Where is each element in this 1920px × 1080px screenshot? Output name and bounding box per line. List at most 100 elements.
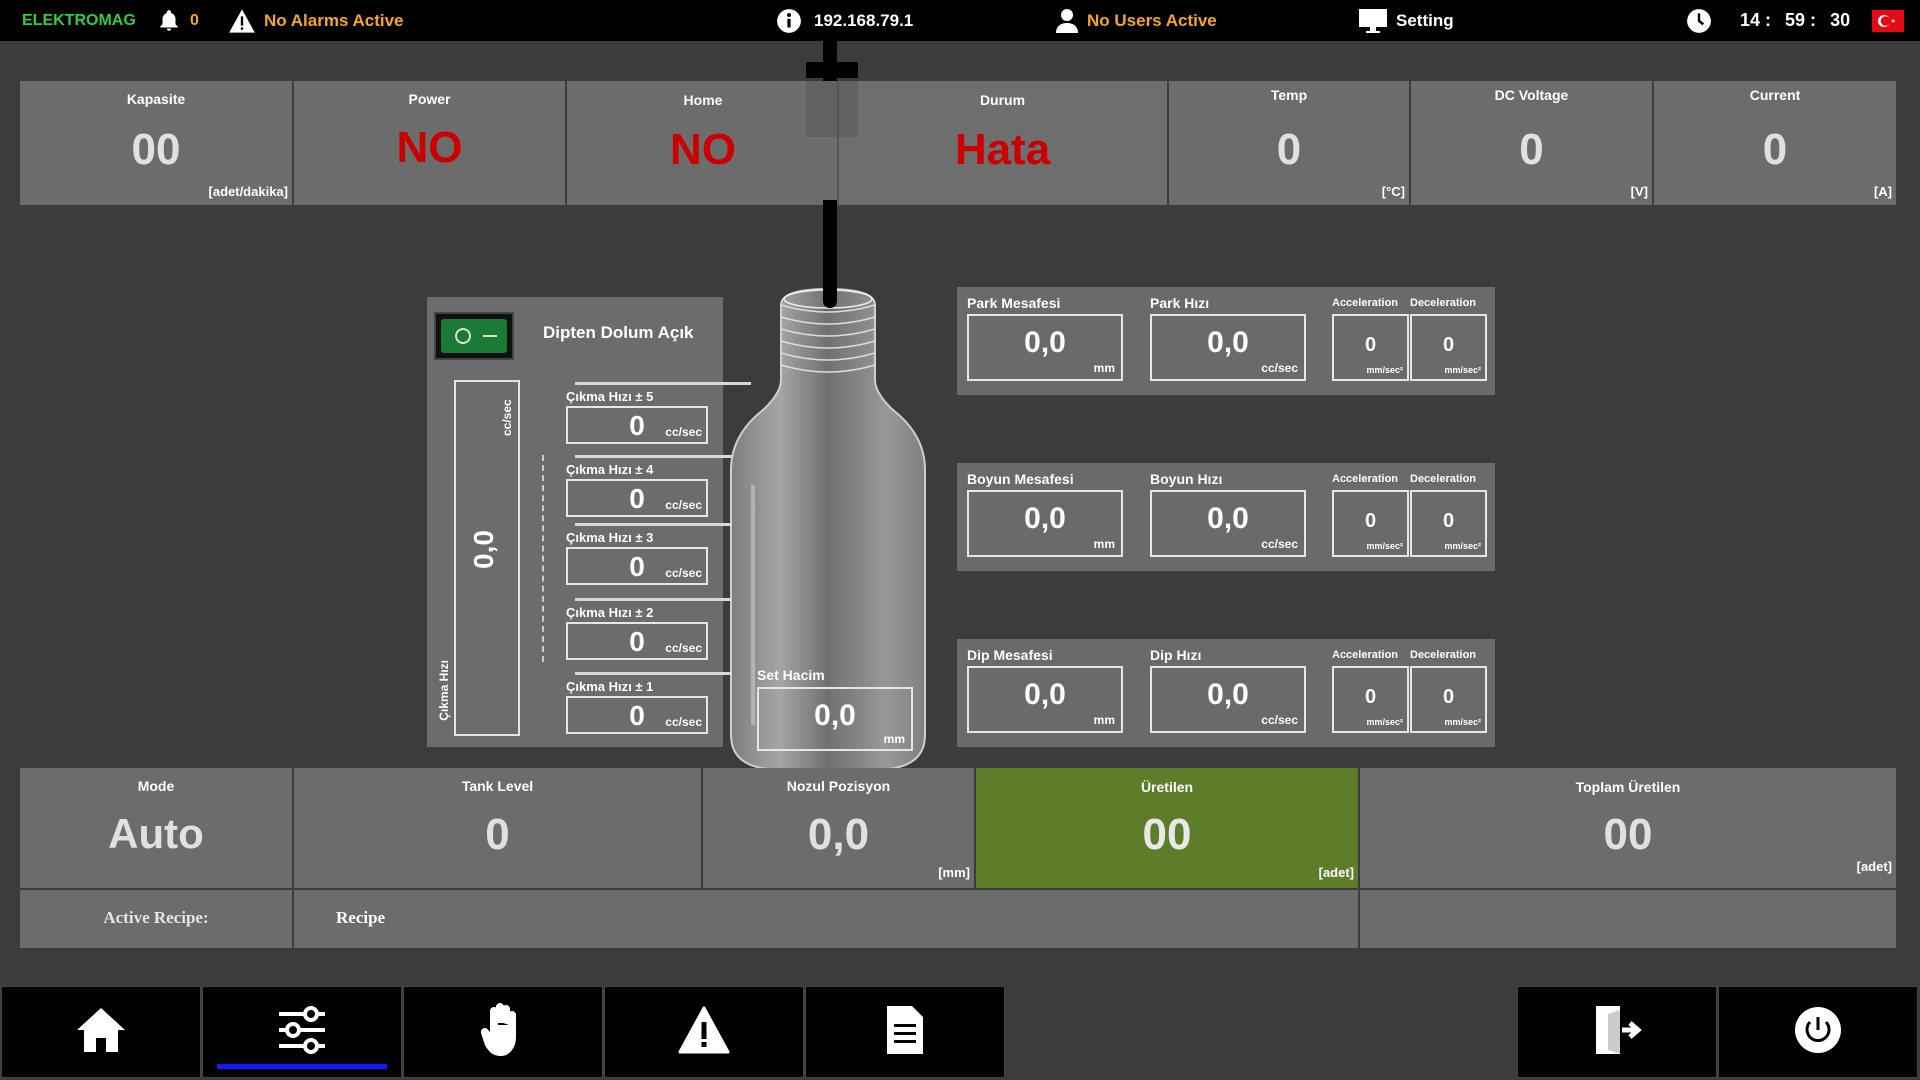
nav-power-button[interactable] <box>1718 986 1918 1078</box>
turkey-flag-icon <box>1872 9 1904 32</box>
nav-logout-button[interactable] <box>1517 986 1717 1078</box>
warning-icon <box>228 8 256 34</box>
neck-acceleration-value: 0 <box>1364 510 1377 532</box>
outflow-input[interactable]: 0 cc/sec <box>566 622 708 660</box>
alarm-status[interactable]: No Alarms Active <box>228 0 404 41</box>
status-unit: [A] <box>1873 184 1892 199</box>
park-card: Park Mesafesi Park Hızı Acceleration Dec… <box>957 287 1495 395</box>
status-label: Durum <box>979 92 1026 108</box>
bottom-acceleration-label: Acceleration <box>1332 649 1399 661</box>
users-text: No Users Active <box>1087 10 1217 30</box>
status-value: Hata <box>954 125 1051 174</box>
outflow-unit: cc/sec <box>665 566 702 580</box>
nav-reports-button[interactable] <box>805 986 1005 1078</box>
level-line-2 <box>575 598 732 601</box>
neck-distance-label: Boyun Mesafesi <box>967 471 1074 487</box>
nozzle-rod-overlay <box>806 81 858 137</box>
outflow-input[interactable]: 0 cc/sec <box>566 406 708 444</box>
user-status[interactable]: No Users Active <box>1055 0 1217 41</box>
neck-speed-value: 0,0 <box>1207 502 1249 535</box>
toggle-knob <box>441 319 507 353</box>
outflow-label: Çıkma Hızı ± 3 <box>566 530 654 545</box>
monitor-icon <box>1358 8 1388 34</box>
produced-value: 00 <box>1142 810 1192 859</box>
bottom-card: Dip Mesafesi Dip Hızı Acceleration Decel… <box>957 639 1495 747</box>
status-value: 0 <box>1519 125 1544 174</box>
tank-level-value: 0 <box>485 810 510 859</box>
status-current: Current 0 [A] <box>1654 81 1896 205</box>
neck-card: Boyun Mesafesi Boyun Hızı Acceleration D… <box>957 463 1495 571</box>
status-label: Home <box>683 92 723 108</box>
outflow-input[interactable]: 0 cc/sec <box>566 547 708 585</box>
outflow-label: Çıkma Hızı ± 2 <box>566 605 654 620</box>
park-deceleration-label: Deceleration <box>1410 297 1477 309</box>
park-distance-input[interactable]: 0,0 mm <box>967 314 1123 381</box>
outflow-input[interactable]: 0 cc/sec <box>566 696 708 734</box>
level-line-1 <box>575 672 732 675</box>
outflow-input[interactable]: 0 cc/sec <box>566 479 708 517</box>
neck-distance-value: 0,0 <box>1024 502 1066 535</box>
status-value: 00 <box>131 125 181 174</box>
bottom-distance-input[interactable]: 0,0 mm <box>967 666 1123 733</box>
bottom-acceleration-input[interactable]: 0 mm/sec² <box>1332 666 1409 733</box>
park-speed-value: 0,0 <box>1207 326 1249 359</box>
status-durum: Durum Hata <box>838 81 1167 205</box>
bottom-deceleration-input[interactable]: 0 mm/sec² <box>1410 666 1487 733</box>
vertical-unit: cc/sec <box>500 399 514 436</box>
active-recipe-value-cell[interactable]: Recipe <box>294 890 1358 948</box>
toggle-title: Dipten Dolum Açık <box>543 323 694 342</box>
status-value: NO <box>396 123 463 172</box>
nav-alarms-button[interactable] <box>604 986 804 1078</box>
status-value: NO <box>670 125 736 174</box>
neck-deceleration-input[interactable]: 0 mm/sec² <box>1410 490 1487 557</box>
neck-deceleration-value: 0 <box>1442 510 1455 532</box>
toggle-switch[interactable] <box>434 312 514 360</box>
nav-settings-button[interactable] <box>202 986 402 1078</box>
neck-distance-input[interactable]: 0,0 mm <box>967 490 1123 557</box>
brand-name: ELEKTROMAG <box>22 11 136 29</box>
bottom-speed-input[interactable]: 0,0 cc/sec <box>1150 666 1306 733</box>
bell-icon <box>156 8 182 34</box>
level-line-4 <box>575 455 732 458</box>
bottom-acceleration-value: 0 <box>1364 686 1377 708</box>
status-value: 0 <box>1276 125 1302 174</box>
active-tab-indicator <box>217 1064 387 1069</box>
neck-distance-unit: mm <box>1093 537 1115 551</box>
language-flag-button[interactable] <box>1872 0 1904 41</box>
settings-button[interactable]: Setting <box>1358 0 1454 41</box>
hand-icon <box>480 1002 525 1062</box>
park-deceleration-input[interactable]: 0 mm/sec² <box>1410 314 1487 381</box>
produced-unit: [adet] <box>1318 865 1354 880</box>
outflow-unit: cc/sec <box>665 641 702 655</box>
mode-value: Auto <box>108 810 204 857</box>
network-info[interactable]: 192.168.79.1 <box>776 0 913 41</box>
vertical-label: Çıkma Hızı <box>437 660 451 721</box>
bottom-speed-unit: cc/sec <box>1261 713 1298 727</box>
status-power: Power NO <box>294 81 565 205</box>
bottom-distance-unit: mm <box>1093 713 1115 727</box>
park-acceleration-unit: mm/sec² <box>1366 365 1403 375</box>
notifications[interactable]: 0 <box>156 0 199 41</box>
nav-home-button[interactable] <box>1 986 201 1078</box>
active-recipe-value: Recipe <box>336 908 386 927</box>
set-volume-unit: mm <box>883 732 905 746</box>
set-volume-label: Set Hacim <box>757 667 825 683</box>
park-speed-input[interactable]: 0,0 cc/sec <box>1150 314 1306 381</box>
neck-speed-input[interactable]: 0,0 cc/sec <box>1150 490 1306 557</box>
nozzle-tip <box>823 200 837 308</box>
neck-acceleration-input[interactable]: 0 mm/sec² <box>1332 490 1409 557</box>
tank-level-label: Tank Level <box>461 778 534 794</box>
outflow-speed-3: Çıkma Hızı ± 3 0 cc/sec <box>566 529 708 585</box>
nav-manual-button[interactable] <box>403 986 603 1078</box>
bottom-deceleration-label: Deceleration <box>1410 649 1477 661</box>
outflow-unit: cc/sec <box>665 715 702 729</box>
neck-acceleration-unit: mm/sec² <box>1366 541 1403 551</box>
tank-level-panel: Tank Level 0 <box>294 768 701 888</box>
set-volume-input[interactable]: 0,0 mm <box>757 687 913 751</box>
park-speed-unit: cc/sec <box>1261 361 1298 375</box>
park-acceleration-value: 0 <box>1364 334 1377 356</box>
park-acceleration-input[interactable]: 0 mm/sec² <box>1332 314 1409 381</box>
park-speed-label: Park Hızı <box>1150 295 1210 311</box>
park-deceleration-unit: mm/sec² <box>1444 365 1481 375</box>
total-produced-label: Toplam Üretilen <box>1575 779 1681 795</box>
